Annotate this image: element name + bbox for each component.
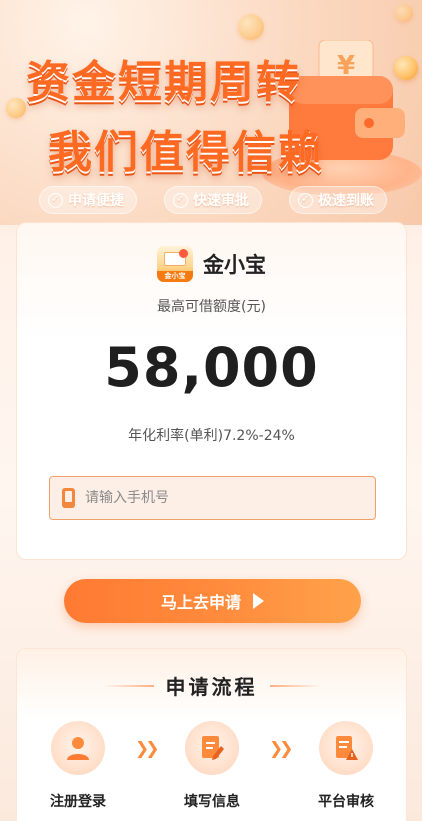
feature-chip: ✓ 快速审批 — [164, 186, 262, 214]
user-icon — [51, 721, 105, 775]
check-icon: ✓ — [298, 192, 313, 208]
feature-label: 极速到账 — [318, 193, 374, 209]
apply-button-label: 马上去申请 — [160, 593, 241, 612]
interest-rate: 年化利率(单利)7.2%-24% — [128, 428, 295, 444]
step-label: 注册登录 — [50, 794, 106, 810]
process-step: 注册登录 — [36, 721, 120, 811]
process-title: 申请流程 — [165, 675, 258, 699]
logo-label: 金小宝 — [157, 271, 193, 282]
loan-card: 金小宝 金小宝 最高可借额度(元) 58,000 年化利率(单利)7.2%-24… — [16, 222, 407, 560]
chevron-right-icon: ❯❯ — [135, 739, 159, 759]
feature-chip: ✓ 极速到账 — [289, 186, 387, 214]
feature-label: 快速审批 — [193, 193, 249, 209]
phone-icon — [62, 488, 75, 508]
hero-headline-2: 我们值得信赖 — [48, 127, 324, 178]
feature-label: 申请便捷 — [68, 193, 124, 209]
divider — [101, 684, 154, 687]
hero-headline-1: 资金短期周转 — [26, 57, 302, 108]
apply-button[interactable]: 马上去申请 — [64, 579, 361, 623]
brand-row: 金小宝 金小宝 — [17, 246, 406, 282]
check-icon: ✓ — [48, 192, 63, 208]
process-step: 填写信息 — [170, 721, 254, 811]
app-name: 金小宝 — [203, 253, 266, 277]
coin-decoration — [395, 4, 413, 22]
feature-chips: ✓ 申请便捷 ✓ 快速审批 ✓ 极速到账 — [0, 186, 422, 214]
phone-input[interactable] — [85, 490, 345, 506]
divider — [269, 684, 322, 687]
step-label: 填写信息 — [184, 794, 240, 810]
app-logo: 金小宝 — [157, 246, 193, 282]
check-icon: ✓ — [173, 192, 188, 208]
process-step: 平台审核 — [304, 721, 388, 811]
limit-label: 最高可借额度(元) — [157, 299, 266, 315]
form-edit-icon — [185, 721, 239, 775]
process-header: 申请流程 — [17, 671, 406, 700]
review-document-icon — [319, 721, 373, 775]
hero-banner: ¥ 资金短期周转 我们值得信赖 ✓ 申请便捷 ✓ 快速审批 ✓ 极速到账 — [0, 0, 422, 225]
coin-decoration — [238, 14, 264, 40]
play-icon — [253, 593, 264, 609]
feature-chip: ✓ 申请便捷 — [39, 186, 137, 214]
phone-field[interactable] — [49, 476, 376, 520]
limit-amount: 58,000 — [104, 336, 319, 399]
step-label: 平台审核 — [318, 794, 374, 810]
process-section: 申请流程 注册登录 ❯❯ 填写信息 ❯❯ 平台审核 — [16, 648, 407, 821]
envelope-icon — [164, 249, 188, 266]
chevron-right-icon: ❯❯ — [269, 739, 293, 759]
coin-decoration — [6, 98, 26, 118]
